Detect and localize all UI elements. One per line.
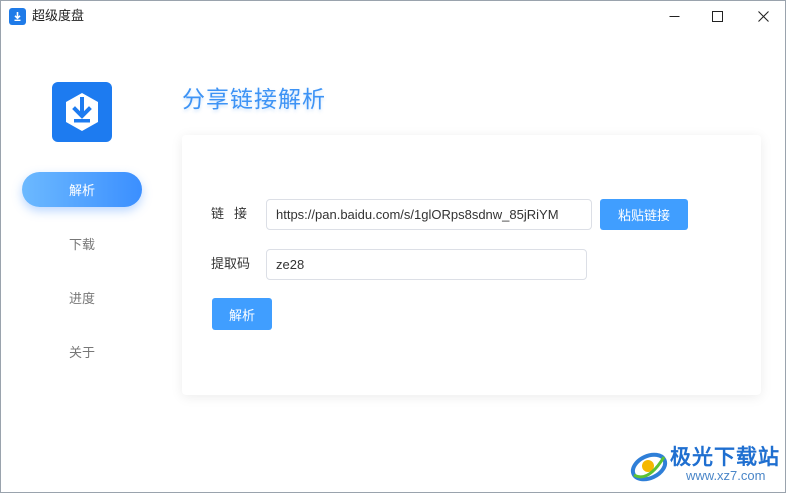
sidebar-item-label: 关于 <box>68 346 95 361</box>
extract-code-label: 提取码 <box>211 257 251 272</box>
close-icon <box>757 7 769 26</box>
sidebar: 解析 下载 进度 关于 <box>1 32 161 492</box>
minimize-button[interactable] <box>651 1 697 32</box>
sidebar-item-label: 下载 <box>68 238 95 253</box>
parse-button[interactable]: 解析 <box>212 298 272 330</box>
extract-code-input[interactable]: ze28 <box>266 249 587 280</box>
paste-link-button[interactable]: 粘贴链接 <box>600 199 688 230</box>
watermark-logo-icon <box>628 443 670 485</box>
watermark: 极光下载站 www.xz7.com <box>628 441 783 487</box>
window-title: 超级度盘 <box>32 9 85 24</box>
parse-form-card: 链接 https://pan.baidu.com/s/1glORps8sdnw_… <box>182 135 761 395</box>
maximize-button[interactable] <box>694 1 740 32</box>
watermark-url: www.xz7.com <box>686 468 766 483</box>
download-shield-icon <box>52 82 112 142</box>
sidebar-item-label: 解析 <box>68 184 95 199</box>
link-input[interactable]: https://pan.baidu.com/s/1glORps8sdnw_85j… <box>266 199 592 230</box>
close-button[interactable] <box>740 1 785 32</box>
sidebar-item-label: 进度 <box>68 292 95 307</box>
app-icon <box>9 8 26 25</box>
app-window: 超级度盘 解析 下载 进度 关于 分享链接解析 链接 https://pan.b… <box>0 0 786 493</box>
sidebar-item-progress[interactable]: 进度 <box>22 280 142 315</box>
minimize-icon <box>669 7 680 26</box>
maximize-icon <box>711 7 723 26</box>
page-title: 分享链接解析 <box>182 87 326 113</box>
watermark-name: 极光下载站 <box>670 445 780 469</box>
sidebar-item-parse[interactable]: 解析 <box>22 172 142 207</box>
link-label: 链接 <box>211 207 258 222</box>
sidebar-item-download[interactable]: 下载 <box>22 226 142 261</box>
sidebar-item-about[interactable]: 关于 <box>22 334 142 369</box>
title-bar[interactable]: 超级度盘 <box>1 1 785 32</box>
